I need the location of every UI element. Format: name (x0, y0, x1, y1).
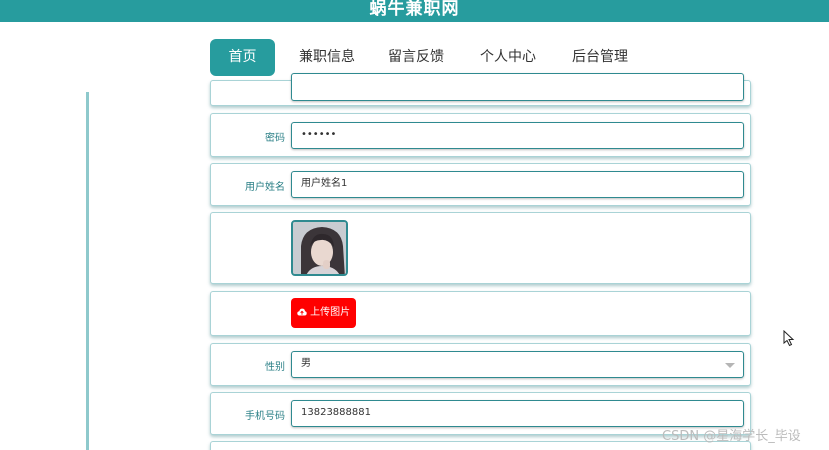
site-title: 蜗牛兼职网 (369, 0, 460, 19)
form-row-avatar (210, 212, 751, 284)
form-row-upload: 上传图片 (210, 291, 751, 336)
nav-item-profile[interactable]: 个人中心 (473, 39, 543, 76)
password-label: 密码 (265, 133, 285, 144)
nav-item-admin[interactable]: 后台管理 (565, 39, 635, 76)
header-bar: 蜗牛兼职网 (0, 0, 829, 22)
form-row-gender: 性别 男 (210, 343, 751, 386)
gender-selected-value: 男 (301, 358, 311, 369)
upload-button-label: 上传图片 (310, 307, 351, 318)
mouse-cursor-icon (783, 330, 795, 347)
user-name-field[interactable]: 用户姓名1 (291, 171, 744, 198)
gender-select[interactable]: 男 (291, 351, 744, 378)
form-row-account (210, 73, 751, 106)
cloud-upload-icon (297, 307, 310, 318)
password-field[interactable]: •••••• (291, 122, 744, 149)
form-row-password: 密码 •••••• (210, 113, 751, 157)
avatar-photo (293, 222, 346, 274)
phone-label: 手机号码 (245, 411, 285, 422)
nav-item-feedback[interactable]: 留言反馈 (381, 39, 451, 76)
phone-field[interactable]: 13823888881 (291, 400, 744, 427)
form-row-user-name: 用户姓名 用户姓名1 (210, 163, 751, 206)
avatar-image[interactable] (291, 220, 348, 276)
account-field[interactable] (291, 73, 744, 101)
user-name-label: 用户姓名 (245, 182, 285, 193)
nav-item-home[interactable]: 首页 (210, 39, 275, 76)
upload-image-button[interactable]: 上传图片 (291, 298, 356, 328)
chevron-down-icon (725, 363, 735, 368)
left-divider (86, 92, 89, 450)
gender-label: 性别 (265, 362, 285, 373)
nav-item-jobs[interactable]: 兼职信息 (292, 39, 362, 76)
watermark-text: CSDN @星海学长_毕设 (662, 429, 801, 444)
